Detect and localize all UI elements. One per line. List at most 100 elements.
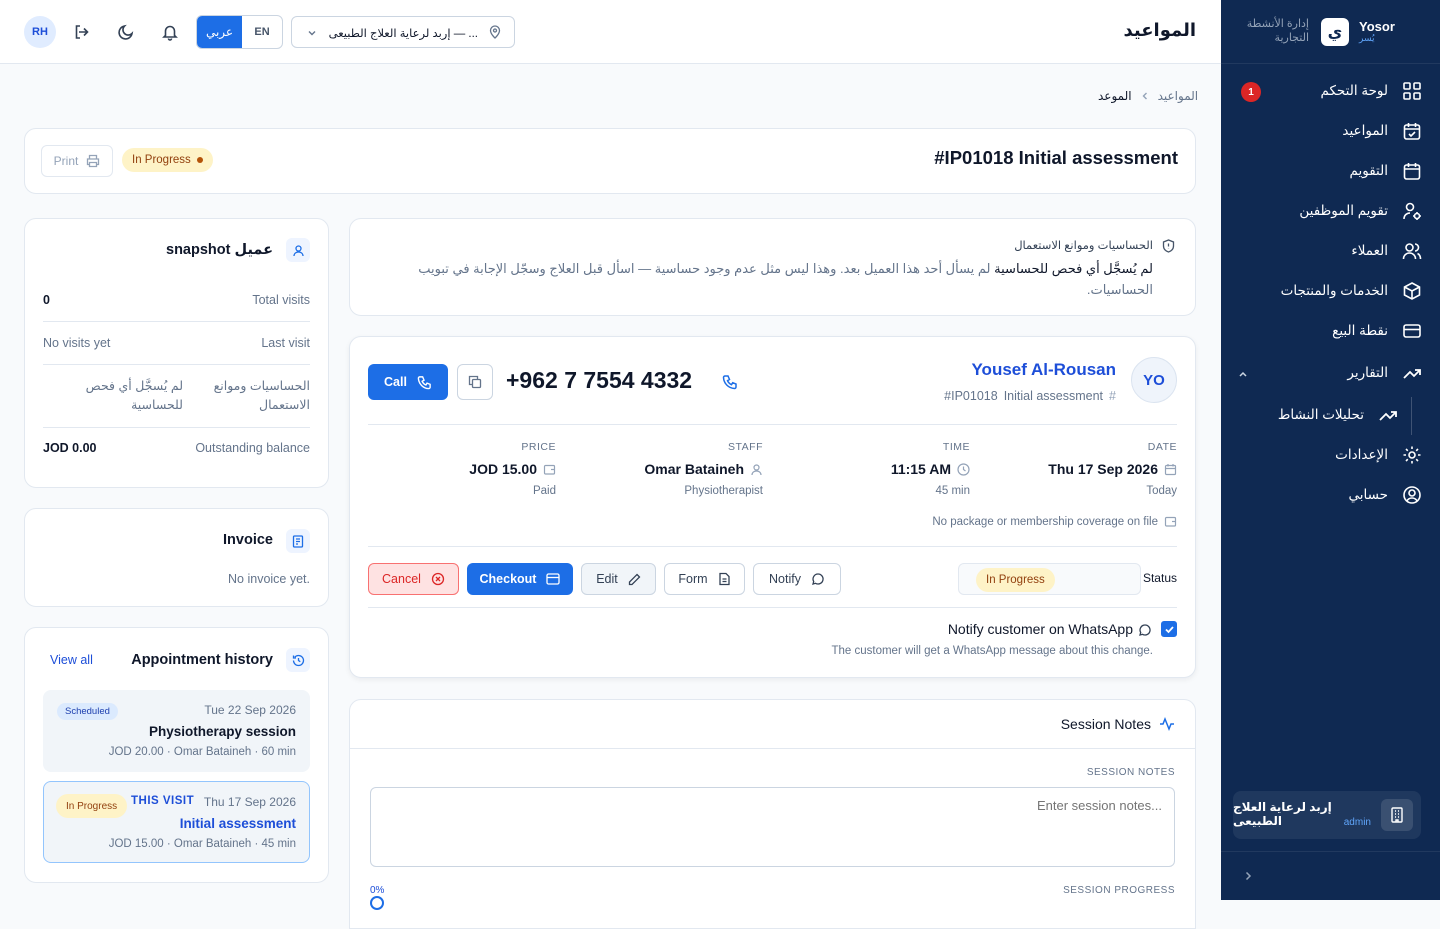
chevron-right-icon[interactable] (1242, 870, 1254, 882)
snapshot-label: Last visit (261, 336, 310, 350)
time-field: TIME 11:15 AM 45 min (783, 441, 970, 497)
breadcrumb-current: الموعد (1098, 89, 1132, 103)
checkout-button[interactable]: Checkout (467, 563, 573, 595)
sidebar-item-label: لوحة التحكم (1320, 83, 1388, 98)
wallet-icon (543, 464, 556, 475)
price-sub: Paid (532, 485, 556, 497)
status-badge: In Progress (122, 148, 213, 172)
customer-name[interactable]: Yousef Al-Rousan (971, 360, 1116, 380)
ref-number: #IP01018 (944, 389, 998, 403)
sidebar-item-services[interactable]: الخدمات والمنتجات (1281, 279, 1424, 303)
logout-icon[interactable] (70, 20, 94, 44)
sidebar-item-calendar[interactable]: التقويم (1350, 159, 1424, 183)
print-label: Print (53, 154, 79, 168)
location-select[interactable]: إربد لرعاية العلاج الطبيعى — ... (291, 16, 515, 48)
brand: ي Yosor يُسر إدارة الأنشطة التجارية (1221, 0, 1440, 64)
page-title: المواعيد (1123, 20, 1197, 40)
allergy-message: لم يُسجَّل أي فحص للحساسية لم يسأل أحد ه… (373, 258, 1153, 300)
breadcrumb: الموعد المواعيد (1098, 89, 1198, 103)
history-item[interactable]: Scheduled Tue 22 Sep 2026 Physiotherapy … (43, 690, 310, 772)
notify-button[interactable]: Notify (753, 563, 841, 595)
sidebar-item-label: التقويم (1349, 163, 1388, 178)
printer-icon (87, 154, 100, 168)
bell-icon[interactable] (158, 20, 182, 44)
sidebar-item-dashboard[interactable]: لوحة التحكم (1320, 79, 1424, 103)
session-notes-input[interactable] (370, 787, 1175, 867)
sidebar-item-label: الإعدادات (1335, 447, 1388, 462)
checkout-label: Checkout (479, 572, 537, 586)
avatar[interactable]: RH (24, 16, 56, 48)
this-visit-tag: THIS VISIT (131, 795, 195, 807)
invoice-empty: No invoice yet. (228, 572, 310, 586)
copy-phone-button[interactable] (457, 364, 493, 400)
divider (43, 364, 310, 365)
invoice-title: Invoice (223, 532, 273, 548)
sidebar-item-label: التقارير (1347, 365, 1388, 380)
sidebar-item-customers[interactable]: العملاء (1351, 239, 1424, 263)
allergy-strong: لم يُسجَّل أي فحص للحساسية (994, 261, 1153, 276)
print-button[interactable]: Print (41, 145, 113, 177)
status-select[interactable]: In Progress (958, 563, 1141, 595)
allergy-warning: الحساسيات وموانع الاستعمال لم يُسجَّل أي… (349, 218, 1196, 316)
box-icon (1400, 281, 1424, 301)
sidebar-item-settings[interactable]: الإعدادات (1335, 443, 1424, 467)
form-label: Form (678, 572, 708, 586)
divider (43, 427, 310, 428)
sidebar-item-activity-analytics[interactable]: تحليلات النشاط (1278, 403, 1400, 427)
history-meta: JOD 15.00 · Omar Bataineh · 45 min (108, 838, 296, 850)
view-all-link[interactable]: View all (50, 653, 93, 667)
snapshot-title: snapshot عميل (166, 242, 273, 258)
sidebar-item-staff-calendar[interactable]: تقويم الموظفين (1299, 199, 1424, 223)
close-circle-icon (431, 572, 445, 586)
history-item-current[interactable]: In Progress THIS VISIT Thu 17 Sep 2026 I… (43, 781, 310, 863)
progress-slider-handle[interactable] (370, 896, 384, 910)
clinic-switcher[interactable]: إربد لرعاية العلاج الطبيعى admin (1233, 791, 1421, 839)
gear-icon (1400, 445, 1424, 465)
date-label: DATE (1147, 441, 1177, 453)
allergy-title: الحساسيات وموانع الاستعمال (1014, 240, 1153, 252)
sidebar-footer (1221, 851, 1440, 900)
user-icon (286, 238, 310, 262)
snapshot-label: الحساسيات وموانع الاستعمال (213, 379, 310, 412)
sidebar-item-appointments[interactable]: المواعيد (1342, 119, 1424, 143)
form-button[interactable]: Form (664, 563, 745, 595)
user-circle-icon (1400, 485, 1424, 505)
brand-logo[interactable]: ي (1321, 18, 1349, 46)
session-progress-value: 0% (370, 885, 385, 896)
sidebar-item-account[interactable]: حسابي (1348, 483, 1424, 507)
lang-arabic-button[interactable]: عربي (197, 16, 242, 48)
date-sub: Today (1146, 485, 1177, 497)
date-value: Thu 17 Sep 2026 (1048, 461, 1158, 477)
time-value: 11:15 AM (890, 461, 951, 477)
shield-icon (1162, 239, 1175, 253)
lang-english-button[interactable]: EN (242, 16, 282, 48)
call-button[interactable]: Call (368, 364, 448, 400)
call-label: Call (384, 375, 407, 389)
appointment-header: #IP01018 Initial assessment Print In Pro… (24, 128, 1196, 194)
status-label: Status (1142, 571, 1177, 585)
status-text: In Progress (66, 800, 118, 812)
copy-icon (468, 375, 482, 389)
card-icon (1400, 321, 1424, 341)
hash-icon: # (1109, 389, 1116, 403)
clinic-role: admin (1343, 817, 1371, 828)
sidebar-item-label: تحليلات النشاط (1277, 407, 1364, 422)
chevron-up-icon[interactable] (1237, 368, 1249, 380)
cancel-label: Cancel (382, 572, 421, 586)
chevron-left-icon (1142, 92, 1147, 100)
edit-label: Edit (596, 572, 618, 586)
breadcrumb-parent[interactable]: المواعيد (1158, 89, 1199, 103)
edit-button[interactable]: Edit (581, 563, 656, 595)
sidebar-item-pos[interactable]: نقطة البيع (1332, 319, 1424, 343)
clock-icon (957, 462, 970, 476)
cancel-button[interactable]: Cancel (368, 563, 459, 595)
phone-icon (722, 375, 737, 390)
sidebar-item-reports[interactable]: التقارير (1347, 361, 1424, 385)
divider (368, 546, 1177, 547)
customer-phone[interactable]: +962 7 7554 4332 (506, 367, 692, 394)
allergy-line2: الحساسيات. (1086, 282, 1153, 297)
users-icon (1400, 241, 1424, 261)
whatsapp-checkbox[interactable] (1161, 621, 1177, 637)
moon-icon[interactable] (114, 20, 138, 44)
wallet-icon (1164, 516, 1177, 527)
